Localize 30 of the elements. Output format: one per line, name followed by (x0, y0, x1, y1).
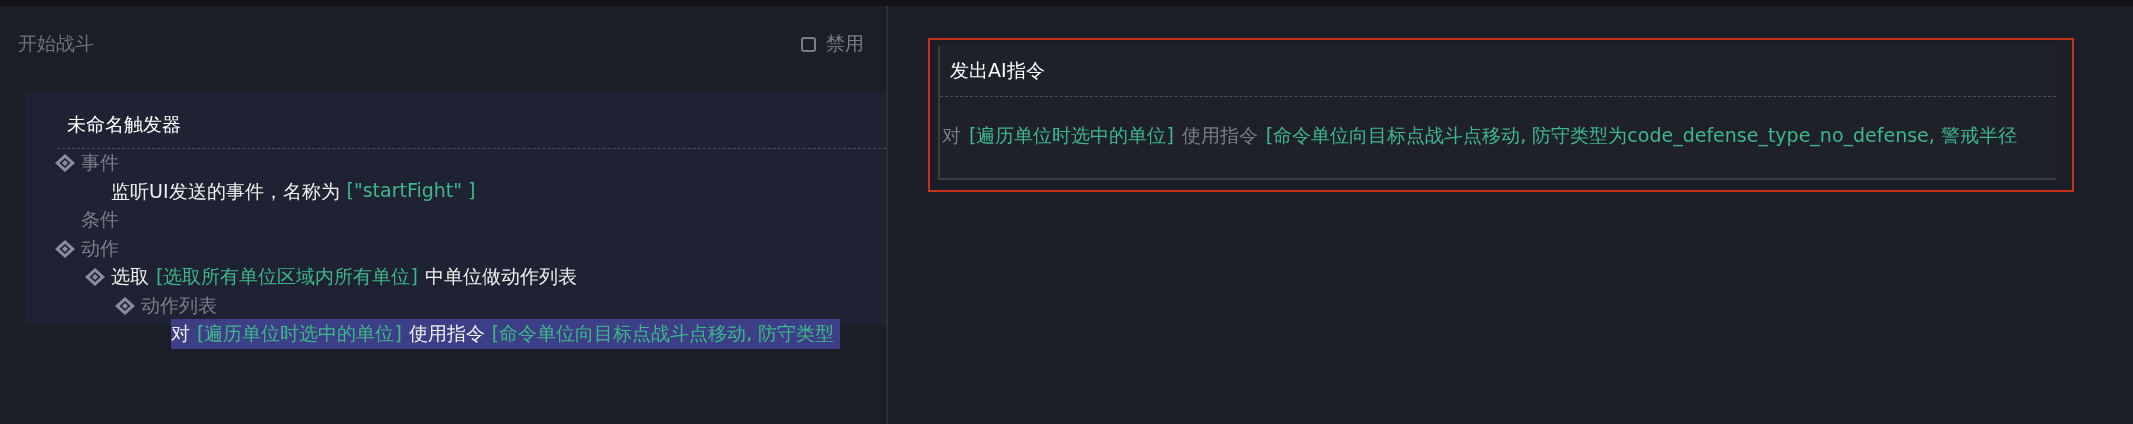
tree-row[interactable]: 动作 (81, 233, 119, 264)
tree-row[interactable]: 监听UI发送的事件，名称为 ["startFight" ] (111, 176, 476, 207)
action-card[interactable]: 发出AI指令 对 [遍历单位时选中的单位] 使用指令 [命令单位向目标点战斗点移动, 防守类型为code_defense_type_no_defense, 警戒半径 (938, 46, 2056, 180)
parameter-text[interactable]: [遍历单位时选中的单位] (969, 123, 1174, 149)
parameter-text[interactable]: [选取所有单位区域内所有单位] (156, 264, 418, 291)
statement-text: 中单位做动作列表 (424, 264, 577, 290)
parameter-text[interactable]: [遍历单位时选中的单位] (197, 321, 402, 348)
statement-text: 对 (171, 321, 190, 347)
tree-row[interactable]: 条件 (81, 205, 119, 236)
diamond-icon[interactable] (53, 153, 77, 174)
statement-text: 监听UI发送的事件，名称为 (111, 178, 340, 204)
tree-row[interactable]: 选取 [选取所有单位区域内所有单位] 中单位做动作列表 (111, 262, 577, 293)
checkbox[interactable] (801, 36, 816, 52)
diamond-icon[interactable] (53, 238, 77, 259)
tree-row[interactable]: 事件 (81, 148, 119, 179)
diamond-icon[interactable] (113, 295, 137, 316)
trigger-title: 未命名触发器 (66, 112, 181, 137)
card-title: 发出AI指令 (949, 58, 1045, 83)
statement-text: 选取 (111, 264, 149, 290)
statement-text: 使用指令 (408, 321, 485, 347)
statement-text: 对 (942, 123, 961, 148)
parameter-text[interactable]: [命令单位向目标点战斗点移动, 防守类型为code_defense_type_no_defense, 警戒半径 (1265, 123, 2017, 149)
tree-row[interactable]: 动作列表 (141, 290, 217, 321)
diamond-icon[interactable] (83, 267, 107, 288)
panel-title: 开始战斗 (18, 31, 94, 56)
statement-text: 使用指令 (1181, 123, 1258, 148)
checkbox-label: 禁用 (826, 31, 864, 56)
parameter-text[interactable]: ["startFight" ] (346, 178, 476, 205)
selected-tree-row[interactable]: 对 [遍历单位时选中的单位] 使用指令 [命令单位向目标点战斗点移动, 防守类型 (171, 319, 841, 350)
parameter-text[interactable]: [命令单位向目标点战斗点移动, 防守类型 (491, 321, 835, 348)
